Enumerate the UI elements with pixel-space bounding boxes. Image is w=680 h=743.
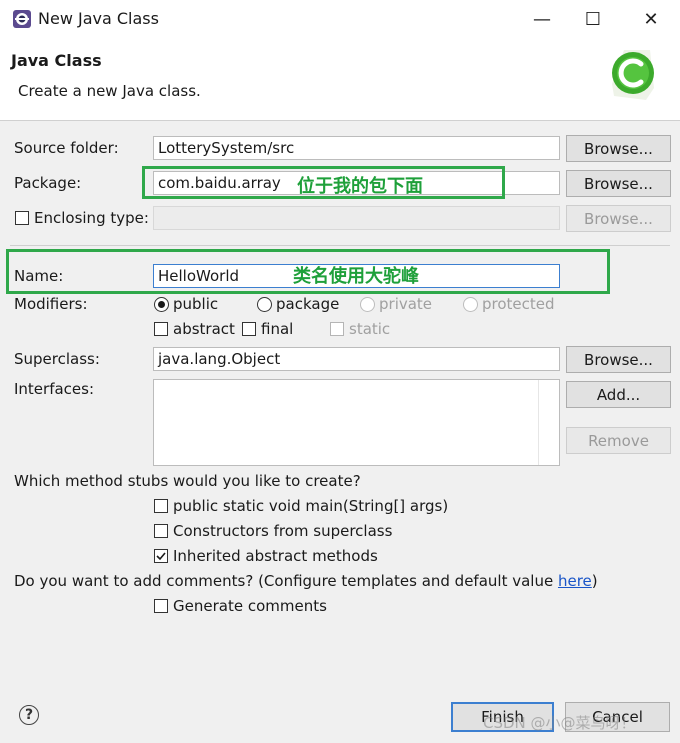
inherited-abstract-checkbox[interactable] (154, 549, 168, 563)
source-folder-label: Source folder: (14, 139, 119, 157)
enclosing-type-browse-button[interactable]: Browse... (566, 205, 671, 232)
private-radio[interactable] (360, 297, 375, 312)
add-interface-button[interactable]: Add... (566, 381, 671, 408)
package-label: Package: (14, 174, 82, 192)
comments-question: Do you want to add comments? (Configure … (14, 572, 598, 590)
constructors-label: Constructors from superclass (173, 522, 393, 540)
main-method-checkbox[interactable] (154, 499, 168, 513)
superclass-field[interactable]: java.lang.Object (153, 347, 560, 371)
comments-question-suffix: ) (591, 572, 598, 590)
inherited-abstract-label: Inherited abstract methods (173, 547, 378, 565)
interfaces-list[interactable] (153, 379, 560, 466)
window-title: New Java Class (38, 9, 159, 28)
help-icon[interactable]: ? (19, 705, 39, 725)
check-mark-icon (156, 552, 166, 561)
name-label: Name: (14, 267, 64, 285)
enclosing-type-checkbox[interactable] (15, 211, 29, 225)
abstract-checkbox-label: abstract (173, 320, 235, 338)
package-radio-label: package (276, 295, 340, 313)
package-radio[interactable] (257, 297, 272, 312)
enclosing-type-field[interactable] (153, 206, 560, 230)
name-annotation: 类名使用大驼峰 (293, 266, 419, 287)
maximize-icon[interactable]: ☐ (576, 6, 610, 32)
generate-comments-label: Generate comments (173, 597, 327, 615)
watermark-text: CSDN @小@菜鸟呀！ (483, 714, 636, 732)
interfaces-scrollbar[interactable] (538, 380, 559, 465)
superclass-browse-button[interactable]: Browse... (566, 346, 671, 373)
banner-description: Create a new Java class. (18, 82, 201, 100)
package-browse-button[interactable]: Browse... (566, 170, 671, 197)
source-folder-field[interactable]: LotterySystem/src (153, 136, 560, 160)
static-checkbox[interactable] (330, 322, 344, 336)
eclipse-app-icon (13, 10, 31, 28)
main-method-label: public static void main(String[] args) (173, 497, 449, 515)
generate-comments-checkbox[interactable] (154, 599, 168, 613)
wizard-banner (0, 38, 680, 121)
protected-radio[interactable] (463, 297, 478, 312)
superclass-label: Superclass: (14, 350, 100, 368)
remove-interface-button[interactable]: Remove (566, 427, 671, 454)
banner-title: Java Class (11, 51, 102, 70)
name-value: HelloWorld (158, 267, 240, 285)
final-checkbox-label: final (261, 320, 294, 338)
separator (10, 245, 670, 246)
minimize-icon[interactable]: — (525, 6, 559, 32)
comments-question-text: Do you want to add comments? (Configure … (14, 572, 558, 590)
public-radio-label: public (173, 295, 219, 313)
static-checkbox-label: static (349, 320, 391, 338)
interfaces-label: Interfaces: (14, 380, 95, 398)
package-annotation: 位于我的包下面 (297, 176, 423, 197)
modifiers-label: Modifiers: (14, 295, 88, 313)
close-icon[interactable]: ✕ (634, 6, 668, 32)
method-stubs-question: Which method stubs would you like to cre… (14, 472, 361, 490)
java-class-wizard-icon (612, 50, 654, 100)
protected-radio-label: protected (482, 295, 555, 313)
final-checkbox[interactable] (242, 322, 256, 336)
enclosing-type-label: Enclosing type: (34, 209, 149, 227)
abstract-checkbox[interactable] (154, 322, 168, 336)
configure-templates-link[interactable]: here (558, 572, 592, 590)
constructors-checkbox[interactable] (154, 524, 168, 538)
private-radio-label: private (379, 295, 433, 313)
source-folder-browse-button[interactable]: Browse... (566, 135, 671, 162)
public-radio[interactable] (154, 297, 169, 312)
